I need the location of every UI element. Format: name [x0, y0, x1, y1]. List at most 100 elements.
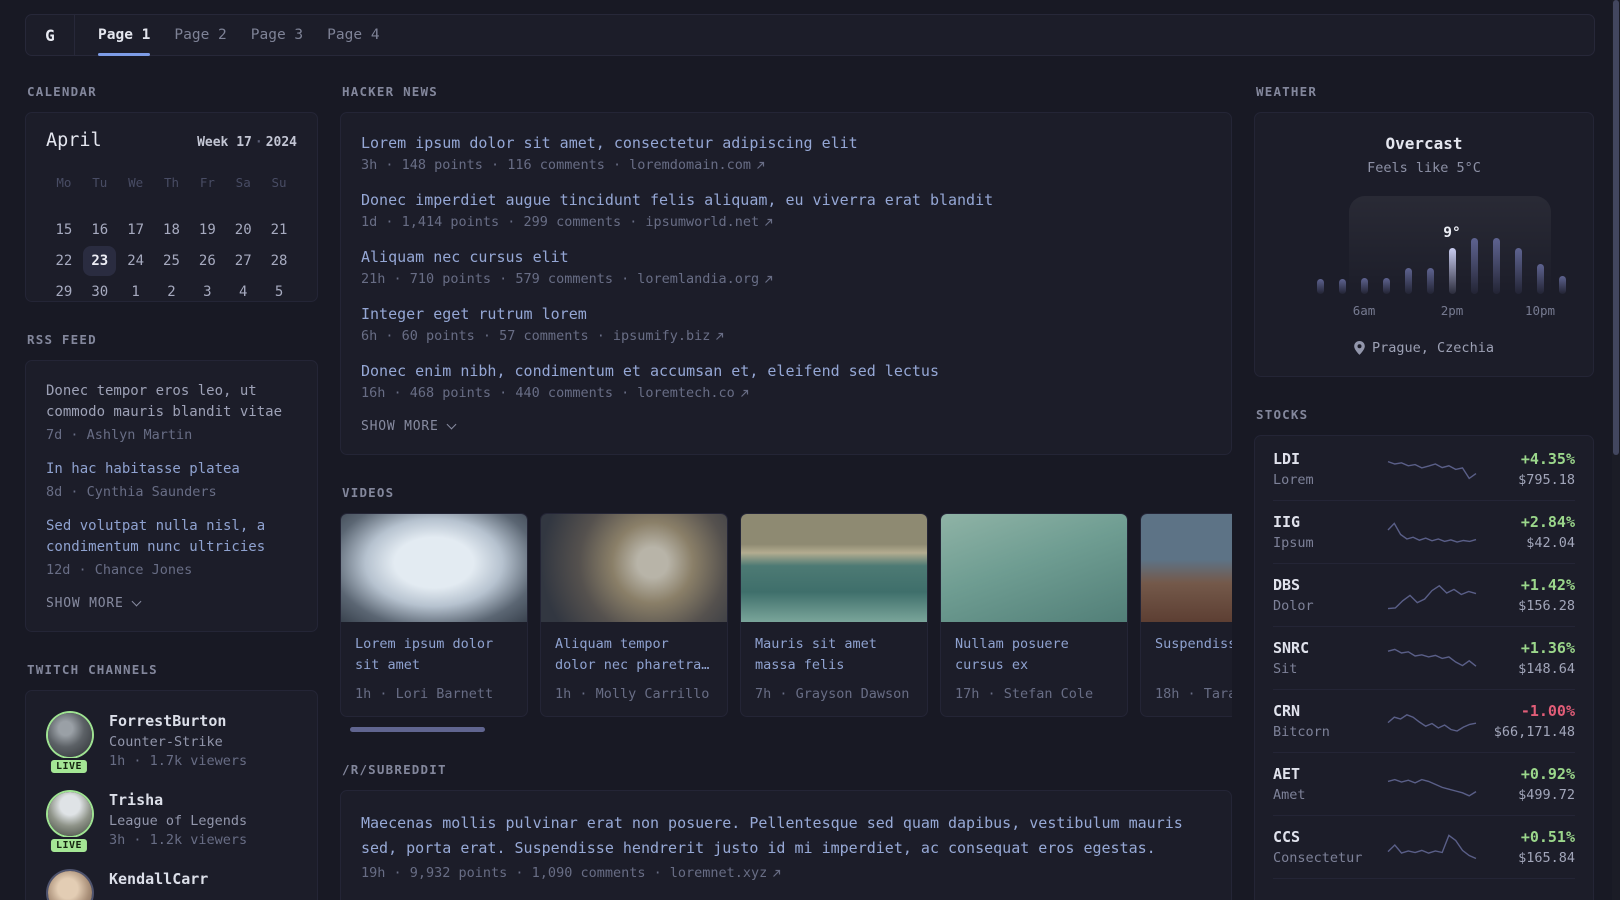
rss-item-meta: 12d · Chance Jones — [46, 562, 193, 578]
weather-bar — [1558, 276, 1566, 294]
twitch-channel-row[interactable]: LIVE Trisha League of Legends 3h · 1.2k … — [46, 790, 297, 854]
video-thumbnail[interactable] — [341, 514, 527, 622]
rss-item-title[interactable]: Sed volutpat nulla nisl, a condimentum n… — [46, 516, 297, 558]
twitch-channel-info: ForrestBurton Counter-Strike 1h · 1.7k v… — [109, 711, 247, 769]
hackernews-widget: Lorem ipsum dolor sit amet, consectetur … — [340, 112, 1232, 455]
rss-show-more-button[interactable]: SHOW MORE — [46, 596, 297, 611]
stock-row[interactable]: AET Amet +0.92% $499.72 — [1273, 752, 1575, 815]
hackernews-item-stats: 3h · 148 points · 116 comments · — [361, 157, 622, 173]
stock-sparkline-wrap — [1381, 640, 1483, 676]
video-title[interactable]: Lorem ipsum dolor sit amet consectetu… — [355, 634, 513, 676]
avatar — [48, 792, 92, 836]
video-card-body: Suspendisse diam 18h · Tara — [1141, 622, 1232, 716]
stocks-section-title: STOCKS — [1256, 407, 1309, 422]
twitch-meta: 1h · 1.7k viewers — [109, 753, 248, 769]
twitch-channel-name[interactable]: KendallCarr — [109, 869, 208, 889]
weather-bar — [1492, 238, 1500, 294]
hackernews-item-domain[interactable]: ipsumify.biz — [613, 328, 711, 344]
video-title[interactable]: Mauris sit amet massa felis — [755, 634, 913, 676]
video-card[interactable]: Nullam posuere cursus ex 17h · Stefan Co… — [940, 513, 1128, 717]
video-title[interactable]: Aliquam tempor dolor nec pharetra… — [555, 634, 713, 676]
stock-sparkline-wrap — [1381, 766, 1483, 802]
weather-bar — [1404, 268, 1412, 294]
stock-sparkline — [1387, 648, 1477, 667]
stock-name: Amet — [1273, 787, 1306, 803]
video-title[interactable]: Nullam posuere cursus ex — [955, 634, 1113, 676]
weather-feels-like: Feels like 5°C — [1367, 160, 1481, 176]
calendar-widget: April Week 17 · 2024 Mo Tu We Th Fr Sa Su 15 16 17… — [25, 112, 318, 302]
page-scrollbar-track[interactable] — [1612, 0, 1620, 900]
stock-row[interactable]: DBS Dolor +1.42% $156.28 — [1273, 563, 1575, 626]
stock-price: $165.84 — [1518, 850, 1575, 866]
video-card[interactable]: Lorem ipsum dolor sit amet consectetu… 1… — [340, 513, 528, 717]
subreddit-post-title[interactable]: Maecenas mollis pulvinar erat non posuer… — [361, 811, 1211, 861]
carousel-scrollbar-thumb[interactable] — [350, 727, 485, 732]
hackernews-item: Lorem ipsum dolor sit amet, consectetur … — [361, 133, 1211, 173]
hackernews-item-title[interactable]: Donec imperdiet augue tincidunt felis al… — [361, 190, 1211, 210]
weather-hour-column — [1419, 268, 1441, 294]
weather-time-label: 2pm — [1440, 303, 1464, 318]
hackernews-item: Aliquam nec cursus elit 21h · 710 points… — [361, 247, 1211, 287]
twitch-channel-info: Trisha League of Legends 3h · 1.2k viewe… — [109, 790, 247, 848]
weather-hour-column: 6am — [1353, 278, 1375, 318]
video-card[interactable]: Aliquam tempor dolor nec pharetra… 1h · … — [540, 513, 728, 717]
videos-section: VIDEOS Lorem ipsum dolor sit amet consec… — [340, 485, 1232, 732]
weekday-label: Tu — [92, 175, 108, 190]
hackernews-item-title[interactable]: Integer eget rutrum lorem — [361, 304, 1211, 324]
twitch-channel-name[interactable]: Trisha — [109, 790, 247, 810]
app-logo[interactable]: G — [26, 15, 75, 55]
hackernews-item-title[interactable]: Aliquam nec cursus elit — [361, 247, 1211, 267]
videos-carousel: Lorem ipsum dolor sit amet consectetu… 1… — [340, 513, 1232, 717]
hackernews-item-meta: 16h · 468 points · 440 comments · loremt… — [361, 385, 1211, 401]
page-tab[interactable]: Page 4 — [327, 15, 379, 55]
video-meta: 7h · Grayson Dawson — [755, 686, 910, 702]
video-thumbnail[interactable] — [1141, 514, 1232, 622]
page-tab[interactable]: Page 3 — [251, 15, 303, 55]
twitch-channel-row[interactable]: KendallCarr — [46, 869, 297, 900]
page-scrollbar-thumb[interactable] — [1613, 0, 1619, 455]
weekday-label: Sa — [235, 175, 251, 190]
rss-item: Sed volutpat nulla nisl, a condimentum n… — [46, 516, 297, 578]
hackernews-show-more-button[interactable]: SHOW MORE — [361, 419, 1211, 434]
stock-row[interactable]: CCS Consectetur +0.51% $165.84 — [1273, 815, 1575, 878]
stock-values: +0.51% $165.84 — [1483, 828, 1575, 866]
stock-values: -1.00% $66,171.48 — [1483, 702, 1575, 740]
hackernews-item: Donec imperdiet augue tincidunt felis al… — [361, 190, 1211, 230]
calendar-day: 27 — [234, 253, 252, 269]
external-link-icon — [716, 332, 724, 340]
calendar-day: 18 — [163, 222, 180, 238]
stock-row[interactable]: IIG Ipsum +2.84% $42.04 — [1273, 500, 1575, 563]
rss-item: Donec tempor eros leo, ut commodo mauris… — [46, 381, 297, 443]
video-card[interactable]: Mauris sit amet massa felis 7h · Grayson… — [740, 513, 928, 717]
hackernews-item-domain[interactable]: loremtech.co — [637, 385, 735, 401]
twitch-channel-row[interactable]: LIVE ForrestBurton Counter-Strike 1h · 1… — [46, 711, 297, 775]
video-card[interactable]: Suspendisse diam 18h · Tara — [1140, 513, 1232, 717]
page-tab[interactable]: Page 1 — [98, 15, 151, 56]
hackernews-item-title[interactable]: Lorem ipsum dolor sit amet, consectetur … — [361, 133, 1211, 153]
twitch-channel-name[interactable]: ForrestBurton — [109, 711, 247, 731]
hackernews-item-domain[interactable]: loremlandia.org — [637, 271, 759, 287]
hackernews-section-title: HACKER NEWS — [342, 84, 438, 99]
video-title[interactable]: Suspendisse diam — [1155, 634, 1232, 676]
subreddit-post-domain[interactable]: loremnet.xyz — [670, 865, 768, 881]
rss-item-title[interactable]: Donec tempor eros leo, ut commodo mauris… — [46, 381, 297, 423]
stock-row[interactable]: CRN Bitcorn -1.00% $66,171.48 — [1273, 689, 1575, 752]
stock-row[interactable]: LDI Lorem +4.35% $795.18 — [1273, 437, 1575, 500]
stock-id: IIG Ipsum — [1273, 513, 1381, 551]
twitch-section: TWITCH CHANNELS LIVE ForrestBurton Count… — [25, 662, 318, 900]
video-thumbnail[interactable] — [541, 514, 727, 622]
page-tab[interactable]: Page 2 — [174, 15, 226, 55]
stock-row[interactable]: AHS +0.46% — [1273, 878, 1575, 900]
rss-item-title[interactable]: In hac habitasse platea — [46, 459, 297, 480]
hackernews-item-domain[interactable]: ipsumworld.net — [645, 214, 759, 230]
stock-row[interactable]: SNRC Sit +1.36% $148.64 — [1273, 626, 1575, 689]
weather-hour-column — [1397, 268, 1419, 294]
weather-widget: Overcast Feels like 5°C 6am 9° 2pm 10pm … — [1254, 112, 1594, 377]
chevron-down-icon — [131, 596, 142, 607]
hackernews-item-title[interactable]: Donec enim nibh, condimentum et accumsan… — [361, 361, 1211, 381]
rss-section-title: RSS FEED — [27, 332, 97, 347]
hackernews-item-domain[interactable]: loremdomain.com — [629, 157, 751, 173]
weather-bar — [1338, 279, 1346, 294]
video-thumbnail[interactable] — [741, 514, 927, 622]
video-thumbnail[interactable] — [941, 514, 1127, 622]
